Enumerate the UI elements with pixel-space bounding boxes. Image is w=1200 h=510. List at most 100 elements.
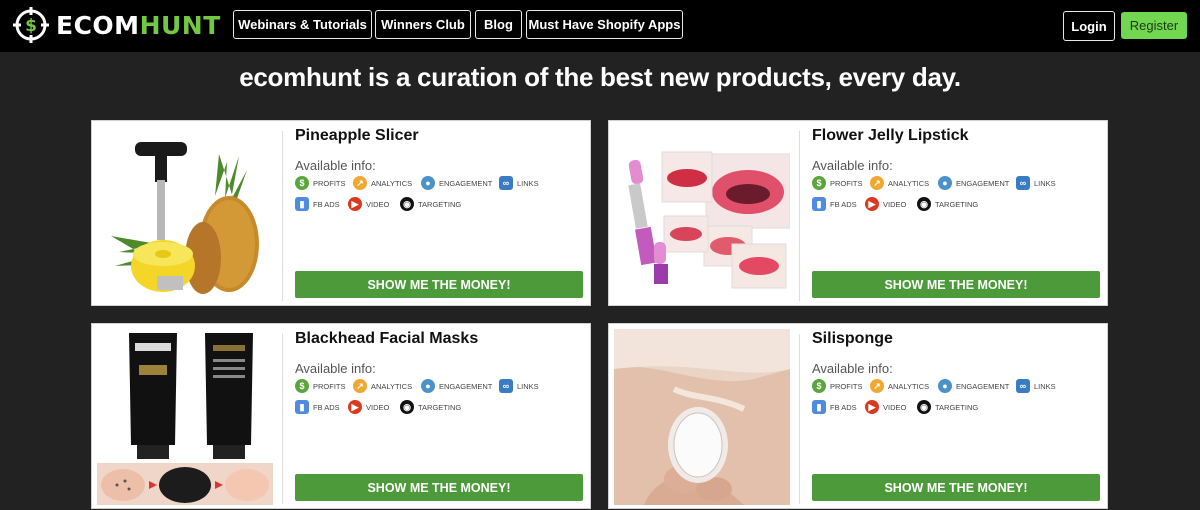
tag-label: LINKS — [1034, 178, 1056, 188]
logo-text-ecom: ECOM — [56, 10, 140, 40]
show-me-the-money-button[interactable]: SHOW ME THE MONEY! — [295, 474, 583, 501]
tag-analytics: ↗ ANALYTICS — [870, 176, 929, 190]
tag-profits: $ PROFITS — [295, 379, 346, 393]
nav-shopify-apps[interactable]: Must Have Shopify Apps — [526, 10, 683, 39]
tag-engagement: ● ENGAGEMENT — [421, 379, 492, 393]
link-icon: ∞ — [1016, 176, 1030, 190]
target-icon: ◉ — [400, 400, 414, 414]
tag-label: LINKS — [517, 178, 539, 188]
tag-links: ∞ LINKS — [499, 176, 539, 190]
tag-video: ▶ VIDEO — [865, 400, 906, 414]
product-image-pineapple-slicer[interactable] — [97, 126, 273, 302]
tag-label: FB ADS — [830, 199, 857, 209]
nav-blog[interactable]: Blog — [475, 10, 522, 39]
blackhead-mask-image — [97, 329, 273, 505]
available-info-label: Available info: — [295, 158, 376, 173]
tag-label: VIDEO — [883, 199, 907, 209]
tag-profits: $ PROFITS — [812, 176, 863, 190]
analytics-icon: ↗ — [353, 176, 367, 190]
tag-label: PROFITS — [830, 178, 863, 188]
silisponge-image — [614, 329, 790, 505]
link-icon: ∞ — [1016, 379, 1030, 393]
tag-label: ANALYTICS — [888, 178, 930, 188]
target-icon: ◉ — [400, 197, 414, 211]
tag-label: LINKS — [517, 381, 539, 391]
target-icon: ◉ — [917, 400, 931, 414]
dollar-icon: $ — [295, 379, 309, 393]
user-icon: ● — [938, 176, 952, 190]
pineapple-slicer-image — [97, 126, 273, 302]
product-title[interactable]: Pineapple Slicer — [295, 127, 419, 145]
product-image-silisponge[interactable] — [614, 329, 790, 505]
tag-profits: $ PROFITS — [812, 379, 863, 393]
tag-label: TARGETING — [935, 199, 979, 209]
bar-chart-icon: ▮ — [812, 400, 826, 414]
show-me-the-money-button[interactable]: SHOW ME THE MONEY! — [812, 474, 1100, 501]
product-card: Silisponge Available info: $ PROFITS ↗ ANA… — [608, 323, 1108, 509]
bar-chart-icon: ▮ — [295, 400, 309, 414]
analytics-icon: ↗ — [870, 176, 884, 190]
nav-winners-club[interactable]: Winners Club — [375, 10, 471, 39]
tag-profits: $ PROFITS — [295, 176, 346, 190]
tag-label: ENGAGEMENT — [956, 381, 1010, 391]
product-title[interactable]: Blackhead Facial Masks — [295, 330, 478, 348]
tag-engagement: ● ENGAGEMENT — [938, 176, 1009, 190]
product-image-flower-jelly-lipstick[interactable] — [614, 126, 790, 302]
product-title[interactable]: Silisponge — [812, 330, 893, 348]
nav-webinars-tutorials[interactable]: Webinars & Tutorials — [233, 10, 372, 39]
bar-chart-icon: ▮ — [812, 197, 826, 211]
play-icon: ▶ — [348, 197, 362, 211]
tag-label: TARGETING — [418, 402, 462, 412]
tag-analytics: ↗ ANALYTICS — [870, 379, 929, 393]
tag-links: ∞ LINKS — [499, 379, 539, 393]
logo-text-hunt: HUNT — [139, 10, 221, 40]
dollar-icon: $ — [812, 176, 826, 190]
tag-fb-ads: ▮ FB ADS — [295, 197, 340, 211]
analytics-icon: ↗ — [353, 379, 367, 393]
link-icon: ∞ — [499, 379, 513, 393]
play-icon: ▶ — [348, 400, 362, 414]
tag-label: PROFITS — [313, 381, 346, 391]
card-divider — [799, 131, 800, 301]
target-dollar-icon: $ — [13, 7, 49, 43]
lipstick-image — [614, 126, 790, 302]
tag-targeting: ◉ TARGETING — [917, 400, 978, 414]
bar-chart-icon: ▮ — [295, 197, 309, 211]
logo-text: ECOMHUNT — [56, 11, 221, 40]
tag-engagement: ● ENGAGEMENT — [421, 176, 492, 190]
tag-label: ANALYTICS — [888, 381, 930, 391]
tag-label: ANALYTICS — [371, 381, 413, 391]
available-info-label: Available info: — [812, 361, 893, 376]
card-divider — [799, 334, 800, 504]
target-icon: ◉ — [917, 197, 931, 211]
tag-label: VIDEO — [366, 199, 390, 209]
tag-engagement: ● ENGAGEMENT — [938, 379, 1009, 393]
card-divider — [282, 334, 283, 504]
card-divider — [282, 131, 283, 301]
product-card: Blackhead Facial Masks Available info: $… — [91, 323, 591, 509]
tag-targeting: ◉ TARGETING — [400, 197, 461, 211]
play-icon: ▶ — [865, 400, 879, 414]
logo[interactable]: $ ECOMHUNT — [12, 6, 221, 44]
tag-label: ENGAGEMENT — [439, 381, 493, 391]
link-icon: ∞ — [499, 176, 513, 190]
tag-label: PROFITS — [313, 178, 346, 188]
register-button[interactable]: Register — [1121, 12, 1187, 39]
show-me-the-money-button[interactable]: SHOW ME THE MONEY! — [295, 271, 583, 298]
tag-label: TARGETING — [418, 199, 462, 209]
login-button[interactable]: Login — [1063, 11, 1115, 41]
tag-label: ENGAGEMENT — [439, 178, 493, 188]
tag-label: FB ADS — [313, 199, 340, 209]
user-icon: ● — [421, 379, 435, 393]
product-title[interactable]: Flower Jelly Lipstick — [812, 127, 969, 145]
play-icon: ▶ — [865, 197, 879, 211]
product-image-blackhead-facial-masks[interactable] — [97, 329, 273, 505]
tag-label: ENGAGEMENT — [956, 178, 1010, 188]
show-me-the-money-button[interactable]: SHOW ME THE MONEY! — [812, 271, 1100, 298]
tag-label: LINKS — [1034, 381, 1056, 391]
tag-targeting: ◉ TARGETING — [400, 400, 461, 414]
page-headline: ecomhunt is a curation of the best new p… — [239, 62, 961, 92]
dollar-icon: $ — [812, 379, 826, 393]
product-card: Flower Jelly Lipstick Available info: $ P… — [608, 120, 1108, 306]
available-info-label: Available info: — [812, 158, 893, 173]
